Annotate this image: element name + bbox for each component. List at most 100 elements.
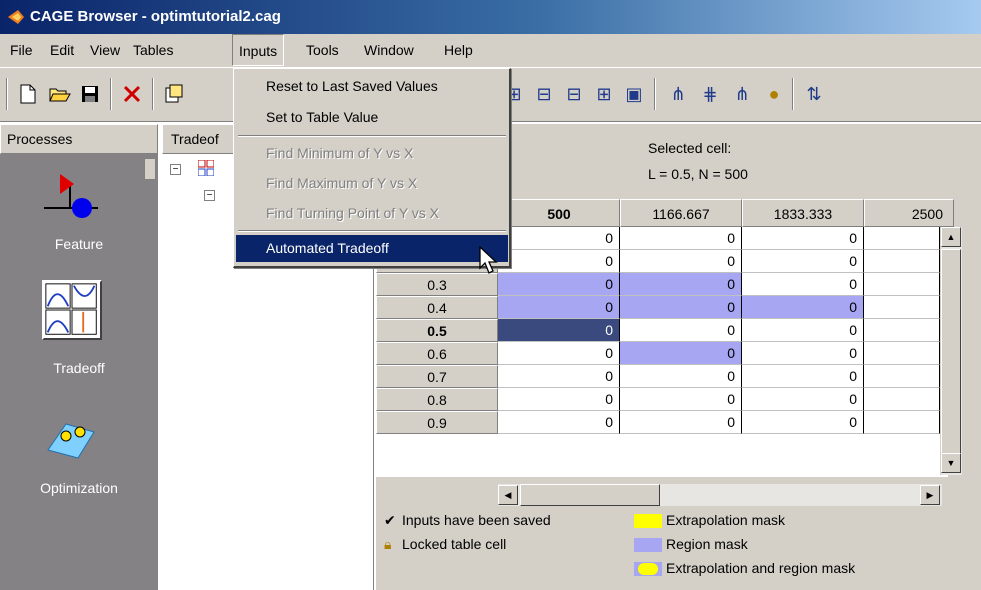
table-cell[interactable]: 0 <box>742 319 864 342</box>
table-cell[interactable] <box>864 365 940 388</box>
tradeoff-node-icon[interactable] <box>197 159 215 177</box>
table-cell[interactable]: 0 <box>742 388 864 411</box>
processes-scroll-up[interactable] <box>144 158 156 180</box>
row-header[interactable]: 0.7 <box>376 365 498 388</box>
horizontal-scroll-thumb[interactable] <box>520 484 660 506</box>
cage-app-icon <box>8 10 24 24</box>
menu-automated-tradeoff[interactable]: Automated Tradeoff <box>236 235 508 262</box>
menu-reset-saved[interactable]: Reset to Last Saved Values <box>236 73 508 100</box>
scroll-right-arrow-icon[interactable]: ▶ <box>920 485 940 505</box>
table-horizontal-scrollbar[interactable]: ◀ ▶ <box>498 484 942 506</box>
table-cell[interactable] <box>864 342 940 365</box>
table-cell[interactable]: 0 <box>620 411 742 434</box>
table-cell[interactable]: 0 <box>620 388 742 411</box>
variable-tool-icon[interactable]: ● <box>760 80 788 108</box>
table-cell[interactable] <box>864 319 940 342</box>
selected-cell-value: L = 0.5, N = 500 <box>648 166 748 182</box>
tree-expander-child[interactable]: − <box>204 190 215 201</box>
new-file-icon[interactable] <box>14 80 42 108</box>
table-cell[interactable]: 0 <box>620 319 742 342</box>
menu-tools[interactable]: Tools <box>300 34 345 66</box>
optimization-icon[interactable] <box>42 410 100 468</box>
table-cell[interactable]: 0 <box>742 365 864 388</box>
table-cell[interactable]: 0 <box>498 411 620 434</box>
table-cell[interactable]: 0 <box>498 388 620 411</box>
menu-set-table-value[interactable]: Set to Table Value <box>236 104 508 131</box>
column-header[interactable]: 2500 <box>864 199 954 227</box>
table-cell-region[interactable]: 0 <box>620 342 742 365</box>
feature-icon[interactable] <box>42 166 100 224</box>
row-header[interactable]: 0.9 <box>376 411 498 434</box>
table-tool-icon-5[interactable]: ▣ <box>620 80 648 108</box>
row-header[interactable]: 0.4 <box>376 296 498 319</box>
menu-edit[interactable]: Edit <box>44 34 80 66</box>
table-tool-icon-4[interactable]: ⊞ <box>590 80 618 108</box>
table-cell-region[interactable]: 0 <box>498 296 620 319</box>
vertical-scroll-thumb[interactable] <box>941 249 961 459</box>
table-cell[interactable]: 0 <box>742 250 864 273</box>
table-cell[interactable]: 0 <box>498 365 620 388</box>
table-cell[interactable]: 0 <box>742 273 864 296</box>
table-cell[interactable] <box>864 296 940 319</box>
table-cell-region[interactable]: 0 <box>620 296 742 319</box>
menu-help[interactable]: Help <box>438 34 479 66</box>
table-cell[interactable] <box>864 227 940 250</box>
table-cell[interactable] <box>864 250 940 273</box>
table-tool-icon-3[interactable]: ⊟ <box>560 80 588 108</box>
column-header[interactable]: 1833.333 <box>742 199 864 227</box>
table-cell[interactable] <box>864 273 940 296</box>
menu-file[interactable]: File <box>4 34 39 66</box>
delete-icon[interactable] <box>118 80 146 108</box>
table-cell[interactable]: 0 <box>620 365 742 388</box>
table-cell[interactable]: 0 <box>498 250 620 273</box>
menu-tables[interactable]: Tables <box>127 34 179 66</box>
scroll-up-arrow-icon[interactable]: ▲ <box>941 227 961 247</box>
tradeoff-icon[interactable] <box>42 280 102 340</box>
table-cell[interactable] <box>864 388 940 411</box>
table-cell[interactable]: 0 <box>742 227 864 250</box>
scroll-down-arrow-icon[interactable]: ▼ <box>941 453 961 473</box>
table-cell[interactable]: 0 <box>620 250 742 273</box>
curve-tool-icon-1[interactable]: ⋔ <box>664 80 692 108</box>
table-cell[interactable]: 0 <box>742 342 864 365</box>
table-cell[interactable]: 0 <box>498 227 620 250</box>
row-header[interactable]: 0.3 <box>376 273 498 296</box>
table-cell[interactable] <box>864 411 940 434</box>
table-cell-region[interactable]: 0 <box>742 296 864 319</box>
tree-expander[interactable]: − <box>170 164 181 175</box>
column-header[interactable]: 500 <box>498 199 620 227</box>
menu-find-maximum[interactable]: Find Maximum of Y vs X <box>236 170 508 197</box>
row-header[interactable]: 0.6 <box>376 342 498 365</box>
row-header-selected[interactable]: 0.5 <box>376 319 498 342</box>
table-cell-region[interactable]: 0 <box>620 273 742 296</box>
table-tool-icon-2[interactable]: ⊟ <box>530 80 558 108</box>
processes-pane: Feature Tradeoff Optimization <box>0 154 158 590</box>
save-icon[interactable] <box>76 80 104 108</box>
table-cell-selected[interactable]: 0 <box>498 319 620 342</box>
mouse-cursor-icon <box>479 246 498 274</box>
curve-tool-icon-2[interactable]: ⋕ <box>696 80 724 108</box>
table-cell[interactable]: 0 <box>498 342 620 365</box>
menu-find-minimum[interactable]: Find Minimum of Y vs X <box>236 140 508 167</box>
menu-find-turning-point[interactable]: Find Turning Point of Y vs X <box>236 200 508 227</box>
sort-tool-icon[interactable]: ⇅ <box>800 80 828 108</box>
legend: ✔ Inputs have been saved 🔒︎ Locked table… <box>380 508 955 590</box>
table-vertical-scrollbar[interactable]: ▲ ▼ <box>940 227 962 475</box>
table-cell-region[interactable]: 0 <box>498 273 620 296</box>
open-folder-icon[interactable] <box>46 80 74 108</box>
row-header[interactable]: 0.8 <box>376 388 498 411</box>
properties-icon[interactable] <box>160 80 188 108</box>
process-label-tradeoff: Tradeoff <box>53 360 105 376</box>
menu-view[interactable]: View <box>84 34 126 66</box>
table-cell[interactable]: 0 <box>620 227 742 250</box>
lock-icon: 🔒︎ <box>384 536 392 552</box>
menu-window[interactable]: Window <box>358 34 420 66</box>
legend-locked: Locked table cell <box>402 536 507 552</box>
curve-tool-icon-3[interactable]: ⋔ <box>728 80 756 108</box>
scroll-left-arrow-icon[interactable]: ◀ <box>498 485 518 505</box>
extrapolation-swatch <box>634 514 662 528</box>
menu-inputs[interactable]: Inputs <box>232 34 285 66</box>
table-cell[interactable]: 0 <box>742 411 864 434</box>
column-header[interactable]: 1166.667 <box>620 199 742 227</box>
window-title: CAGE Browser - optimtutorial2.cag <box>30 8 281 25</box>
